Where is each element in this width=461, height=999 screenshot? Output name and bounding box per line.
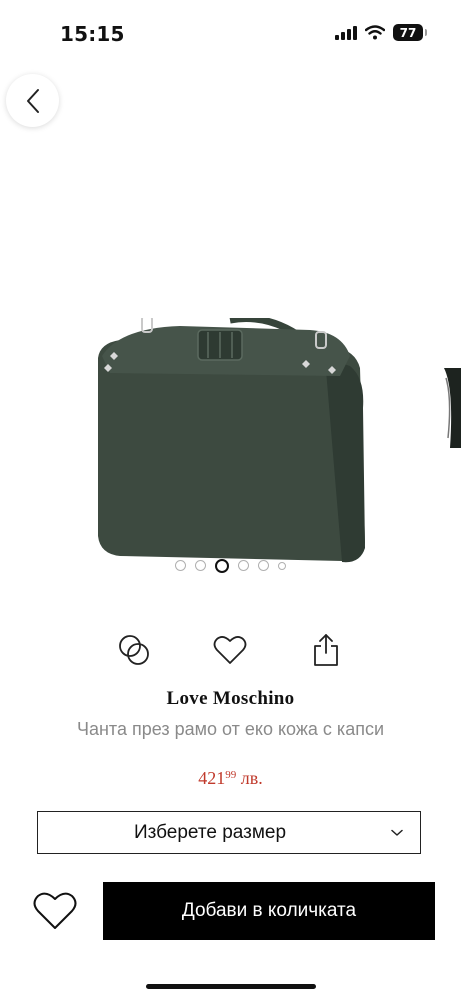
wishlist-heart-icon — [33, 892, 77, 929]
favorite-button[interactable] — [212, 632, 248, 668]
next-image-peek — [444, 368, 461, 448]
gallery-dot-active[interactable] — [215, 558, 229, 573]
add-to-cart-button[interactable]: Добави в количката — [103, 882, 435, 940]
price-currency: лв. — [240, 768, 263, 788]
status-icons: 77 — [335, 24, 427, 41]
battery-level: 77 — [399, 25, 417, 40]
product-actions — [0, 632, 461, 668]
price-cents: 99 — [225, 769, 237, 781]
home-indicator[interactable] — [146, 984, 316, 989]
product-title: Чанта през рамо от еко кожа с капси — [76, 719, 385, 739]
gallery-dot[interactable] — [238, 560, 249, 571]
gallery-pagination — [0, 558, 461, 573]
status-time: 15:15 — [60, 22, 125, 46]
share-icon — [314, 634, 338, 666]
size-select-label: Изберете размер — [133, 821, 287, 843]
compare-button[interactable] — [116, 632, 152, 668]
share-button[interactable] — [308, 632, 344, 668]
battery-icon: 77 — [393, 24, 427, 41]
back-chevron-icon — [26, 88, 39, 113]
size-select[interactable]: Изберете размер — [37, 811, 421, 854]
gallery-dot[interactable] — [278, 561, 286, 570]
product-gallery[interactable] — [0, 68, 461, 608]
signal-icon — [335, 25, 357, 40]
product-image — [98, 318, 365, 563]
wifi-icon — [365, 25, 385, 40]
gallery-dot[interactable] — [195, 560, 206, 571]
gallery-dot[interactable] — [175, 560, 186, 571]
compare-icon — [119, 635, 149, 665]
back-button[interactable] — [6, 74, 59, 127]
chevron-down-icon — [374, 829, 420, 837]
product-brand[interactable]: Love Moschino — [0, 688, 461, 710]
heart-icon — [213, 636, 247, 664]
wishlist-button[interactable] — [28, 884, 82, 938]
gallery-dot[interactable] — [258, 560, 269, 571]
price-main: 421 — [198, 768, 226, 788]
product-price: 42199 лв. — [0, 768, 461, 789]
status-bar: 15:15 77 — [0, 0, 461, 68]
